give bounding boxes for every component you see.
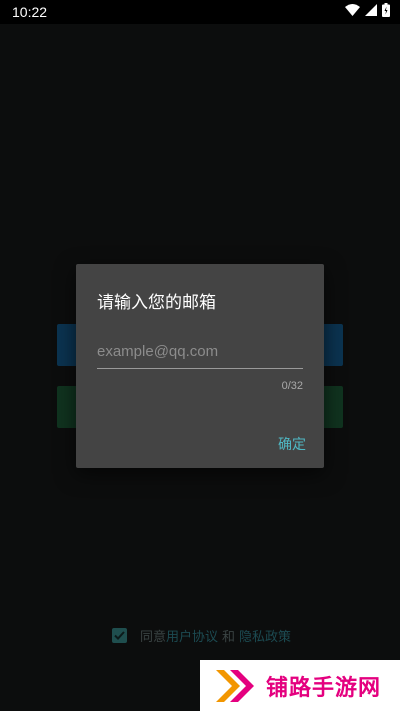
char-counter: 0/32 — [281, 380, 303, 392]
user-agreement-link[interactable]: 用户协议 — [166, 626, 218, 645]
confirm-button[interactable]: 确定 — [274, 430, 310, 458]
watermark: 铺路手游网 — [200, 660, 400, 711]
agreement-row: 同意 用户协议 和 隐私政策 — [112, 626, 291, 645]
email-dialog: 请输入您的邮箱 0/32 确定 — [76, 264, 324, 468]
watermark-logo-icon — [216, 669, 254, 702]
privacy-policy-link[interactable]: 隐私政策 — [239, 626, 291, 645]
agreement-prefix: 同意 — [140, 630, 167, 645]
app-screen: 10:22 同意 用户协议 和 隐私政策 请输入您的邮箱 example@qq.… — [0, 0, 400, 711]
watermark-text: 铺路手游网 — [266, 675, 382, 701]
agreement-conjunction: 和 — [222, 630, 236, 645]
agreement-checkbox[interactable] — [112, 628, 127, 643]
check-icon — [114, 631, 125, 640]
email-input[interactable] — [97, 338, 303, 369]
dialog-title: 请输入您的邮箱 — [97, 293, 216, 313]
